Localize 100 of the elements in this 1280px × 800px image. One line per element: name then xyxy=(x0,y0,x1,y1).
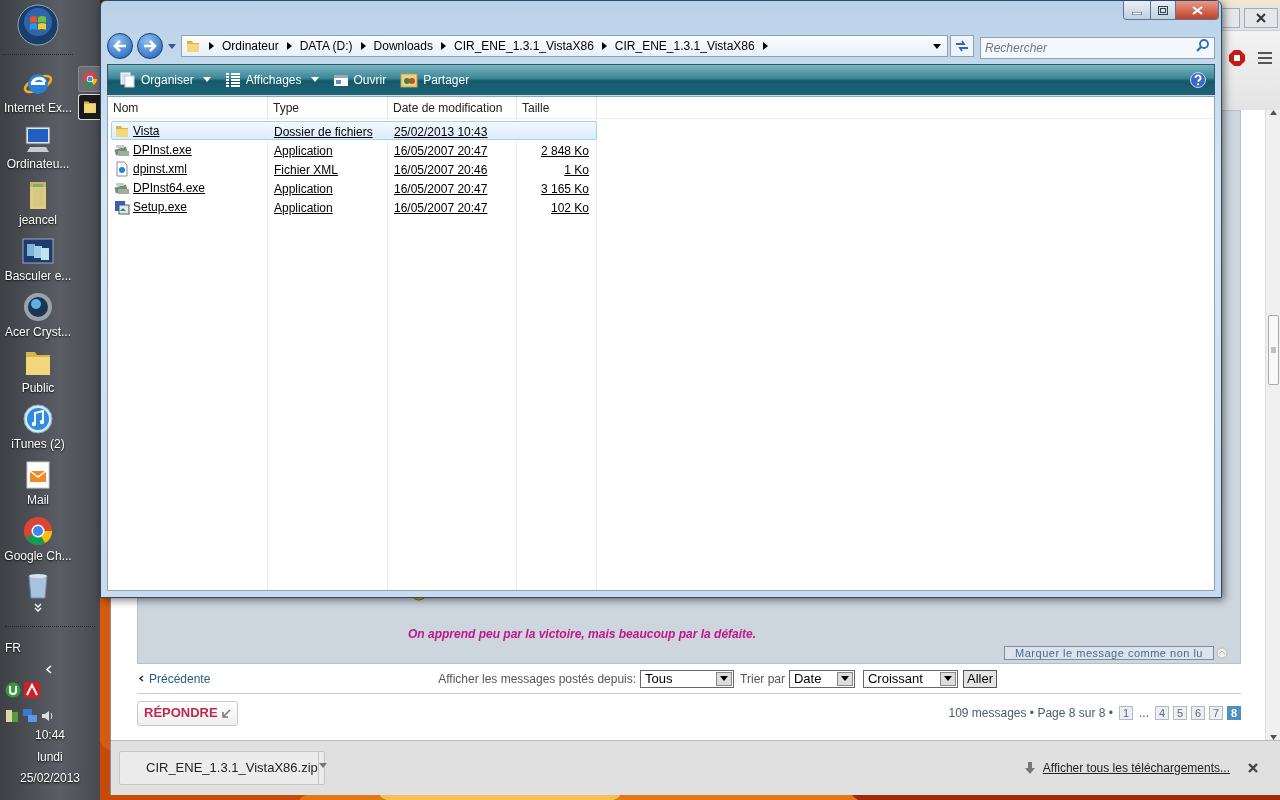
chevron-left-icon[interactable] xyxy=(46,665,52,674)
close-icon[interactable] xyxy=(1248,763,1258,773)
setup-icon xyxy=(114,198,130,215)
shortcut-label[interactable]: Ordinateu... xyxy=(6,157,70,171)
go-button[interactable]: Aller xyxy=(963,669,997,688)
sort-select[interactable]: Date xyxy=(789,669,855,688)
dropdown-caret-icon xyxy=(841,676,849,681)
caret-icon xyxy=(202,77,211,82)
ellipsis: ... xyxy=(1139,705,1149,722)
breadcrumb[interactable]: DATA (D:) xyxy=(299,37,353,55)
refresh-button[interactable] xyxy=(950,35,974,57)
file-row[interactable]: dpinst.xml Fichier XML 16/05/2007 20:46 1 Ko xyxy=(111,159,597,178)
shortcut-label[interactable]: iTunes (2) xyxy=(11,437,65,451)
download-item[interactable]: CIR_ENE_1.3.1_VistaX86.zip xyxy=(119,751,325,785)
torrent-icon[interactable] xyxy=(5,682,21,698)
network-icon[interactable] xyxy=(22,708,38,724)
breadcrumb[interactable]: CIR_ENE_1.3.1_VistaX86 xyxy=(614,37,755,55)
file-size: 102 Ko xyxy=(549,199,590,217)
page-link[interactable]: 1 xyxy=(1119,706,1133,720)
clock-day: lundi xyxy=(37,750,63,764)
language-indicator[interactable]: FR xyxy=(5,641,21,655)
windows-stack-icon xyxy=(22,235,54,267)
speaker-icon[interactable] xyxy=(41,709,55,723)
page-link[interactable]: 6 xyxy=(1191,706,1205,720)
shortcut-label[interactable]: jeancel xyxy=(19,213,57,227)
clock-time[interactable]: 10:44 xyxy=(35,728,65,742)
file-row[interactable]: Vista Dossier de fichiers 25/02/2013 10:43 xyxy=(111,121,597,140)
toolbar-button[interactable]: Ouvrir xyxy=(328,67,391,92)
column-header[interactable]: Nom xyxy=(108,97,268,118)
chevron-left-icon xyxy=(139,675,144,682)
double-chevron-icon[interactable] xyxy=(34,603,42,612)
stop-sign-icon[interactable] xyxy=(1228,48,1246,67)
reply-button[interactable]: RÉPONDRE xyxy=(137,700,238,726)
help-icon[interactable] xyxy=(1190,71,1206,88)
order-select[interactable]: Croissant xyxy=(863,669,958,688)
shortcut-label[interactable]: Mail xyxy=(27,493,49,507)
previous-link[interactable]: Précédente xyxy=(149,669,211,688)
column-header[interactable]: Taille xyxy=(517,97,597,118)
back-button[interactable] xyxy=(107,33,133,59)
filter-label: Afficher les messages postés depuis: xyxy=(438,670,637,688)
start-button[interactable] xyxy=(17,4,59,46)
recycle-bin-icon xyxy=(25,571,51,599)
back-arrow-icon xyxy=(113,40,127,52)
file-type: Dossier de fichiers xyxy=(273,123,374,141)
page-link[interactable]: 5 xyxy=(1173,706,1187,720)
forward-arrow-icon xyxy=(143,40,157,52)
shortcut-label[interactable]: Public xyxy=(21,381,55,395)
caret-icon xyxy=(310,77,319,82)
file-date: 25/02/2013 10:43 xyxy=(393,123,489,141)
file-row[interactable]: DPInst.exe Application 16/05/2007 20:47 2 848 Ko xyxy=(111,140,597,159)
page-link[interactable]: 4 xyxy=(1155,706,1169,720)
pages-icon xyxy=(120,71,136,88)
music-note-icon xyxy=(22,403,54,435)
file-row[interactable]: Setup.exe Application 16/05/2007 20:47 102 Ko xyxy=(111,197,597,216)
file-name: Vista xyxy=(133,122,160,140)
file-row[interactable]: DPInst64.exe Application 16/05/2007 20:47 3 165 Ko xyxy=(111,178,597,197)
file-type: Fichier XML xyxy=(273,161,339,179)
toolbar-button[interactable]: Organiser xyxy=(116,67,215,92)
show-all-downloads-link[interactable]: Afficher tous les téléchargements... xyxy=(1042,759,1230,777)
shortcut-label[interactable]: Acer Cryst... xyxy=(5,325,71,339)
close-icon xyxy=(1256,13,1266,23)
maximize-icon xyxy=(1158,5,1168,15)
breadcrumb[interactable]: Downloads xyxy=(373,37,433,55)
search-field[interactable]: Rechercher xyxy=(980,37,1215,59)
file-type: Application xyxy=(273,199,334,217)
column-header[interactable]: Type xyxy=(268,97,388,118)
file-date: 16/05/2007 20:46 xyxy=(393,161,489,179)
maximize-button[interactable] xyxy=(1150,1,1175,19)
computer-icon xyxy=(22,123,54,155)
address-bar[interactable]: Ordinateur DATA (D:) Downloads CIR_ENE_1.3.1_VistaX86 CIR_ENE_1.3.1_VistaX86 xyxy=(181,35,948,57)
file-size: 3 165 Ko xyxy=(539,180,590,198)
close-button[interactable] xyxy=(1244,8,1278,28)
toolbar-button[interactable]: Affichages xyxy=(220,67,323,92)
breadcrumb[interactable]: Ordinateur xyxy=(222,37,279,55)
column-header[interactable]: Date de modification xyxy=(388,97,517,118)
page-link[interactable]: 7 xyxy=(1209,706,1223,720)
close-button[interactable] xyxy=(1175,1,1218,19)
file-type: Application xyxy=(273,180,334,198)
pagination-summary: 109 messages • Page 8 sur 8 • xyxy=(948,705,1113,722)
search-icon[interactable] xyxy=(1196,39,1209,52)
grip-icon xyxy=(1270,347,1276,353)
shortcut-label[interactable]: Google Ch... xyxy=(4,549,72,563)
chevron-icon xyxy=(209,42,214,50)
usb-device-icon[interactable] xyxy=(5,708,19,724)
toolbar-button[interactable]: Partager xyxy=(396,67,474,92)
caret-icon xyxy=(318,763,327,768)
minimize-icon xyxy=(1132,12,1142,15)
dropdown-caret-icon xyxy=(720,676,729,681)
breadcrumb[interactable]: CIR_ENE_1.3.1_VistaX86 xyxy=(453,37,594,55)
since-select[interactable]: Tous xyxy=(640,669,735,688)
shortcut-label[interactable]: Internet Ex... xyxy=(3,101,72,115)
mark-unread-button[interactable]: Marquer le message comme non lu xyxy=(1004,646,1214,660)
folder-icon xyxy=(185,38,201,54)
shortcut-label[interactable]: Basculer e... xyxy=(4,269,72,283)
close-icon xyxy=(1191,5,1203,15)
chevron-icon xyxy=(286,42,292,50)
forward-button[interactable] xyxy=(137,33,163,59)
scroll-thumb[interactable] xyxy=(1267,315,1279,385)
list-view-icon xyxy=(224,71,241,88)
menu-icon[interactable] xyxy=(1258,51,1272,64)
